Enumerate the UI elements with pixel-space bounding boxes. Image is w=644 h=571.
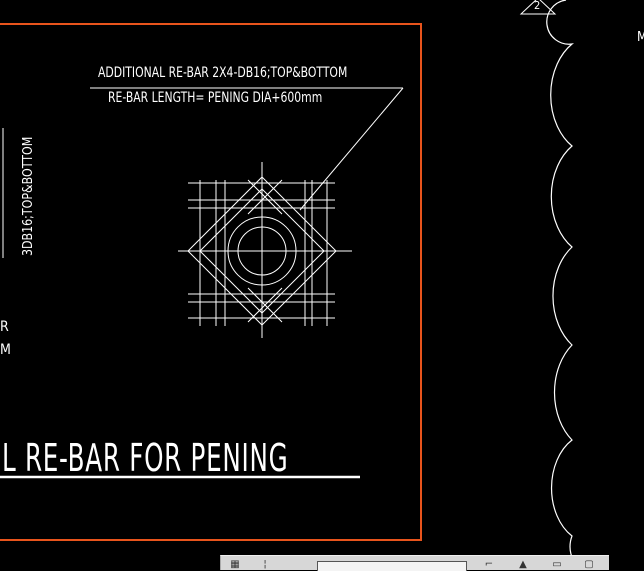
opening-detail — [178, 162, 352, 338]
side-label-r: R — [0, 319, 9, 335]
cad-drawing-canvas[interactable]: ADDITIONAL RE-BAR 2X4-DB16;TOP&BOTTOM RE… — [0, 0, 644, 569]
detail-title: L RE-BAR FOR PENING — [2, 436, 289, 480]
side-label-m: M — [0, 342, 11, 358]
side-rebar-label: 3DB16;TOP&BOTTOM — [21, 136, 36, 256]
revision-tag-number: 2 — [534, 0, 541, 12]
revision-tag: 2 — [521, 0, 555, 14]
grid-icon[interactable]: ▦ — [229, 559, 241, 570]
status-toolbar: ▦ ¦ ⌐ ▲ ▭ ▢ — [220, 555, 609, 571]
layout-icon[interactable]: ▭ — [551, 559, 563, 570]
settings-icon[interactable]: ▢ — [583, 559, 595, 570]
snap-icon[interactable]: ⌐ — [483, 559, 495, 570]
triangle-icon[interactable]: ▲ — [517, 559, 529, 570]
note-leader-line — [299, 87, 404, 211]
drawing-svg — [0, 0, 581, 569]
rebar-note-line2: RE-BAR LENGTH= PENING DIA+600mm — [108, 90, 323, 106]
rebar-note-line1: ADDITIONAL RE-BAR 2X4-DB16;TOP&BOTTOM — [98, 65, 348, 81]
command-input[interactable] — [317, 561, 467, 571]
corner-label: M — [637, 30, 644, 45]
revision-cloud — [546, 0, 581, 569]
separator-icon: ¦ — [263, 559, 267, 570]
